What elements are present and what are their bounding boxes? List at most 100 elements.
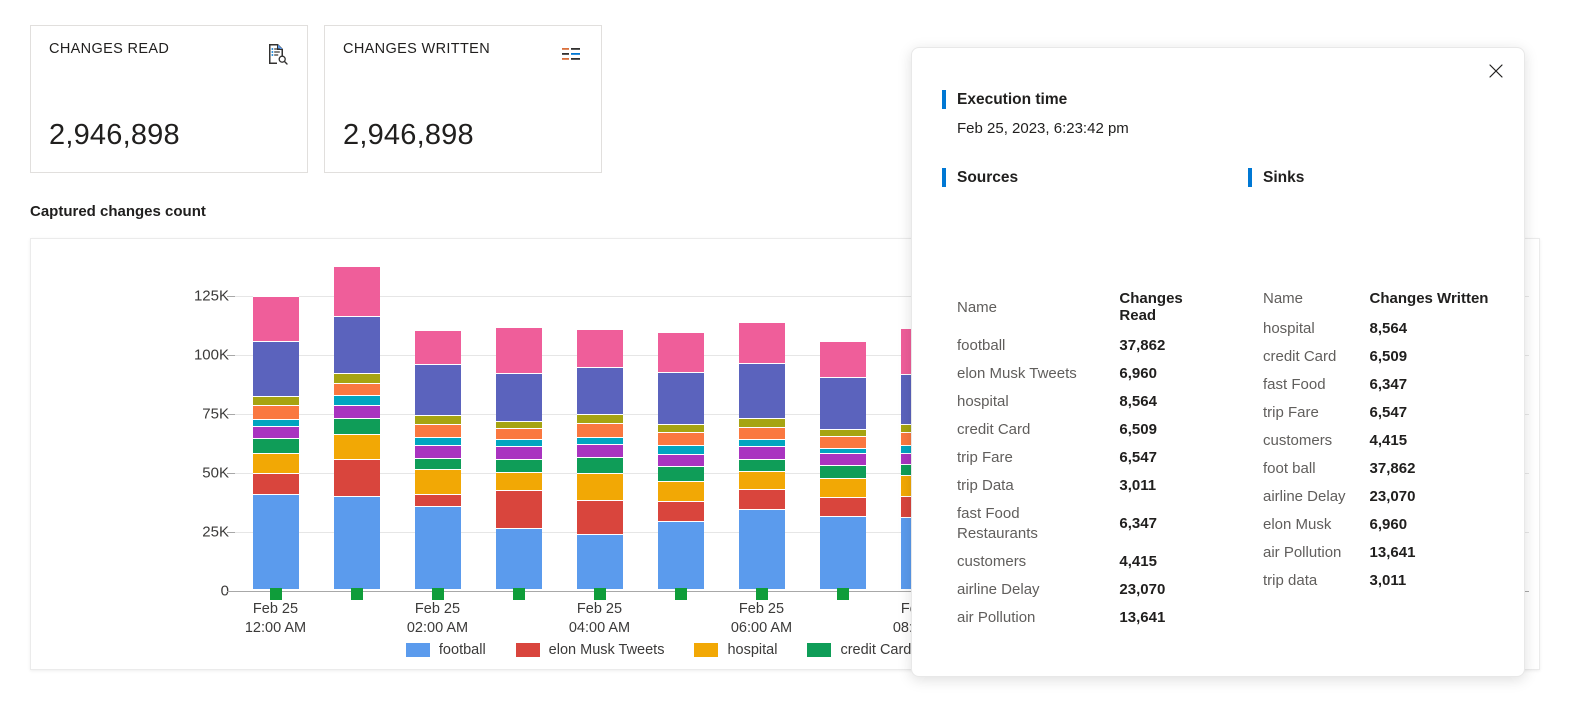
bar-segment-airline-delay[interactable] (576, 366, 623, 414)
bar-segment-credit-card[interactable] (576, 456, 623, 473)
bar-column[interactable] (819, 341, 866, 600)
bar-segment-hospital[interactable] (819, 477, 866, 498)
legend-item[interactable]: hospital (694, 642, 777, 658)
bar-column[interactable] (657, 331, 704, 600)
data-point-marker[interactable] (431, 588, 444, 600)
bar-segment-football[interactable] (819, 516, 866, 589)
data-point-marker[interactable] (512, 588, 525, 600)
bar-segment-football[interactable] (414, 505, 461, 589)
bar-segment-airline-delay[interactable] (333, 316, 380, 373)
data-point-marker[interactable] (836, 588, 849, 600)
bar-segment-elon-musk-tweets[interactable] (576, 499, 623, 534)
bar-segment-fast-food-restaurants[interactable] (252, 405, 299, 420)
bar-segment-trip-fare[interactable] (657, 454, 704, 467)
bar-segment-air-pollution[interactable] (576, 413, 623, 423)
bar-segment-elon-musk-tweets[interactable] (333, 458, 380, 497)
legend-item[interactable]: elon Musk Tweets (515, 642, 664, 658)
bar-segment-elon-musk-tweets[interactable] (819, 497, 866, 517)
bar-segment-elon-musk-tweets[interactable] (414, 493, 461, 506)
bar-segment-air-pollution[interactable] (657, 424, 704, 433)
bar-segment-fast-food-restaurants[interactable] (495, 427, 542, 440)
bar-segment-credit-card[interactable] (333, 417, 380, 435)
bar-segment-elon-musk-tweets[interactable] (495, 490, 542, 528)
bar-segment-airline-delay[interactable] (252, 340, 299, 397)
bar-segment-trip-data[interactable] (738, 439, 785, 447)
bar-segment-hospital[interactable] (252, 452, 299, 473)
bar-segment-hospital[interactable] (576, 472, 623, 500)
bar-segment-credit-card[interactable] (738, 458, 785, 471)
data-point-marker[interactable] (755, 588, 768, 600)
bar-segment-football[interactable] (657, 520, 704, 589)
bar-segment-air-pollution[interactable] (252, 396, 299, 406)
bar-segment-airline-delay[interactable] (495, 372, 542, 421)
bar-segment-trip-fare[interactable] (414, 445, 461, 458)
bar-column[interactable] (576, 329, 623, 600)
bar-segment-fast-food-restaurants[interactable] (819, 435, 866, 448)
data-point-marker[interactable] (593, 588, 606, 600)
data-point-marker[interactable] (269, 588, 282, 600)
bar-segment-credit-card[interactable] (657, 466, 704, 482)
bar-segment-trip-data[interactable] (657, 445, 704, 455)
kpi-card-changes-written[interactable]: CHANGES WRITTEN 2,946,898 (324, 25, 602, 173)
bar-segment-hospital[interactable] (414, 469, 461, 494)
bar-segment-airline-delay[interactable] (414, 364, 461, 415)
bar-segment-football[interactable] (495, 527, 542, 589)
bar-segment-fast-food-restaurants[interactable] (576, 422, 623, 437)
bar-segment-customers[interactable] (738, 322, 785, 364)
bar-segment-airline-delay[interactable] (819, 377, 866, 430)
bar-segment-customers[interactable] (657, 331, 704, 372)
legend-item[interactable]: credit Card (807, 642, 911, 658)
bar-column[interactable] (333, 265, 380, 600)
bar-segment-credit-card[interactable] (495, 458, 542, 472)
close-icon[interactable] (1482, 57, 1510, 85)
bar-segment-customers[interactable] (576, 329, 623, 367)
bar-segment-fast-food-restaurants[interactable] (657, 432, 704, 446)
bar-segment-airline-delay[interactable] (657, 371, 704, 425)
data-point-marker[interactable] (350, 588, 363, 600)
bar-segment-hospital[interactable] (333, 434, 380, 459)
bar-segment-customers[interactable] (252, 296, 299, 341)
bar-column[interactable] (414, 330, 461, 600)
bar-segment-elon-musk-tweets[interactable] (657, 501, 704, 521)
bar-segment-trip-fare[interactable] (738, 446, 785, 459)
bar-segment-trip-fare[interactable] (819, 453, 866, 465)
bar-column[interactable] (738, 322, 785, 600)
bar-segment-football[interactable] (252, 493, 299, 589)
bar-segment-trip-data[interactable] (252, 419, 299, 427)
bar-segment-air-pollution[interactable] (738, 418, 785, 427)
bar-segment-credit-card[interactable] (819, 464, 866, 478)
bar-segment-elon-musk-tweets[interactable] (252, 472, 299, 494)
data-point-marker[interactable] (674, 588, 687, 600)
bar-segment-elon-musk-tweets[interactable] (738, 489, 785, 510)
bar-segment-trip-data[interactable] (495, 439, 542, 447)
bar-segment-football[interactable] (576, 533, 623, 589)
bar-segment-customers[interactable] (333, 265, 380, 317)
bar-segment-airline-delay[interactable] (738, 363, 785, 419)
bar-segment-trip-fare[interactable] (495, 446, 542, 459)
bar-segment-air-pollution[interactable] (495, 420, 542, 428)
bar-segment-air-pollution[interactable] (333, 372, 380, 383)
bar-segment-air-pollution[interactable] (819, 429, 866, 436)
bar-segment-customers[interactable] (414, 330, 461, 365)
bar-segment-trip-fare[interactable] (576, 443, 623, 457)
bar-segment-customers[interactable] (495, 326, 542, 373)
bar-segment-trip-data[interactable] (576, 436, 623, 444)
bar-segment-fast-food-restaurants[interactable] (414, 424, 461, 437)
bar-segment-hospital[interactable] (738, 470, 785, 490)
bar-segment-fast-food-restaurants[interactable] (333, 382, 380, 395)
bar-segment-football[interactable] (333, 496, 380, 589)
bar-segment-air-pollution[interactable] (414, 414, 461, 425)
bar-segment-hospital[interactable] (495, 471, 542, 491)
bar-segment-credit-card[interactable] (414, 457, 461, 470)
bar-segment-fast-food-restaurants[interactable] (738, 426, 785, 440)
bar-segment-football[interactable] (738, 509, 785, 589)
bar-segment-credit-card[interactable] (252, 437, 299, 453)
bar-segment-customers[interactable] (819, 341, 866, 378)
bar-column[interactable] (252, 296, 299, 600)
bar-column[interactable] (495, 326, 542, 600)
bar-segment-trip-fare[interactable] (252, 426, 299, 438)
bar-segment-trip-data[interactable] (333, 394, 380, 405)
kpi-card-changes-read[interactable]: CHANGES READ 2,946,898 (30, 25, 308, 173)
bar-segment-trip-data[interactable] (414, 436, 461, 445)
legend-item[interactable]: football (405, 642, 486, 658)
